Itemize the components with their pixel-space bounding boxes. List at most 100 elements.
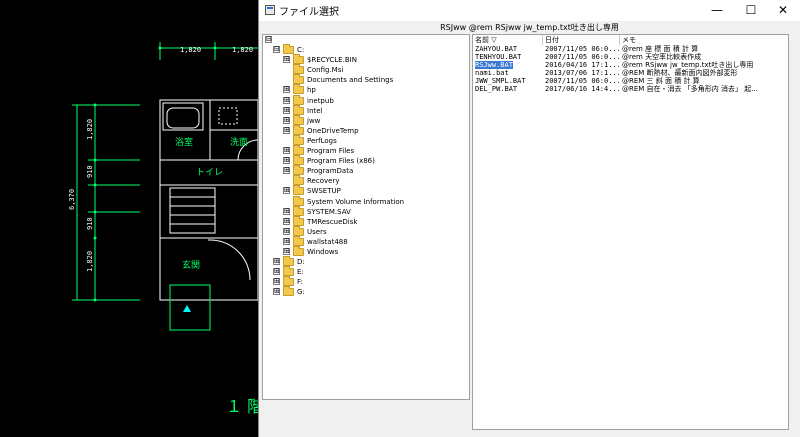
selected-file-caption: RSJww @rem RSjww jw_temp.txt吐き出し専用 <box>440 23 619 32</box>
tree-item-label: G: <box>297 288 305 297</box>
tree-item-label: SWSETUP <box>307 187 341 196</box>
dim-top-2: 1,820 <box>232 46 253 54</box>
tree-expand-toggle[interactable]: ⊞ <box>283 167 290 175</box>
folder-icon <box>293 74 304 85</box>
tree-item-label: $RECYCLE.BIN <box>307 56 357 65</box>
tree-item-label: inetpub <box>307 96 334 105</box>
tree-expand-toggle[interactable]: ⊞ <box>283 227 290 235</box>
tree-expand-toggle[interactable]: ⊞ <box>273 268 280 276</box>
close-button[interactable]: ✕ <box>766 0 800 21</box>
dim-top-1: 1,820 <box>180 46 201 54</box>
folder-icon <box>293 185 304 196</box>
file-memo: @rem 座 標 面 積 計 算 <box>622 45 699 53</box>
tree-item-label: E: <box>297 268 304 277</box>
tree-expand-toggle[interactable]: ⊞ <box>273 288 280 296</box>
tree-item-label: PerfLogs <box>307 136 337 145</box>
file-row[interactable]: nami.bat 2013/07/06 17:1... @REM 断熱材、最新面内図… <box>473 69 788 77</box>
folder-icon <box>293 235 304 246</box>
tree-expand-toggle[interactable]: ⊞ <box>283 237 290 245</box>
folder-icon <box>293 225 304 236</box>
file-memo: @rem RSjww jw_temp.txt吐き出し専用 <box>622 61 754 69</box>
column-header-date[interactable]: 日付 <box>543 35 620 45</box>
title-bar[interactable]: ファイル選択 — ☐ ✕ <box>259 0 800 21</box>
file-memo: @REM 自在・消去 「多角形内 消去」 起... <box>622 85 758 93</box>
file-name: ZAHYOU.BAT <box>475 45 518 53</box>
dim-left-2: 910 <box>86 165 94 178</box>
tree-expand-toggle[interactable]: ⊟ <box>273 46 280 53</box>
file-row[interactable]: JWW_SMPL.BAT 2007/11/05 06:0... @REM 三 斜 面… <box>473 77 788 85</box>
window-title: ファイル選択 <box>279 7 339 18</box>
file-date: 2007/11/05 06:0... <box>545 45 619 53</box>
file-memo: @rem 天空率比較表作成 <box>622 53 702 61</box>
tree-item-label: Intel <box>307 106 323 115</box>
tree-expand-toggle[interactable]: ⊞ <box>283 187 290 195</box>
tree-item-label: Windows <box>307 248 339 256</box>
tree-item-label: Recovery <box>307 177 340 186</box>
file-row[interactable]: RSJww.BAT 2016/04/16 17:1... @rem RSjww jw… <box>473 61 788 69</box>
tree-expand-toggle[interactable]: ⊞ <box>283 86 290 94</box>
folder-icon <box>293 215 304 226</box>
file-row[interactable]: ZAHYOU.BAT 2007/11/05 06:0... @rem 座 標 面 積… <box>473 45 788 53</box>
file-row[interactable]: DEL_PW.BAT 2017/06/16 14:4... @REM 自在・消去 「… <box>473 85 788 93</box>
tree-item-label: ProgramData <box>307 167 354 176</box>
file-list-scrollbar[interactable] <box>789 34 799 430</box>
tree-item-label: hp <box>307 86 316 95</box>
file-name: DEL_PW.BAT <box>475 85 518 93</box>
tree-item-label: wallstat488 <box>307 237 348 246</box>
tree-expand-toggle[interactable]: ⊞ <box>283 217 290 225</box>
folder-icon <box>293 195 304 206</box>
tree-expand-toggle[interactable]: ⊞ <box>283 106 290 114</box>
room-toilet: トイレ <box>196 168 223 178</box>
tree-expand-toggle[interactable]: ⊞ <box>283 248 290 255</box>
folder-icon <box>293 145 304 155</box>
tree-root-toggle[interactable]: ⊟ <box>265 36 272 43</box>
maximize-button[interactable]: ☐ <box>734 0 768 21</box>
tree-expand-toggle[interactable]: ⊞ <box>283 116 290 124</box>
folder-icon <box>283 256 294 267</box>
column-header-memo[interactable]: メモ <box>620 35 788 45</box>
minimize-button[interactable]: — <box>700 0 734 21</box>
file-date: 2017/06/16 14:4... <box>545 85 619 93</box>
tree-item-label: Documents and Settings <box>307 76 394 85</box>
file-date: 2007/11/05 06:0... <box>545 77 619 85</box>
tree-expand-toggle[interactable]: ⊞ <box>283 96 290 104</box>
tree-item-label: SYSTEM.SAV <box>307 207 351 216</box>
folder-icon <box>293 64 304 75</box>
tree-item-label: TMRescueDisk <box>307 217 358 226</box>
folder-tree[interactable]: ⊟ ⊟ C: ⊞ $RECYCLE.BIN Config.Msi Documents an… <box>262 34 470 400</box>
file-date: 2013/07/06 17:1... <box>545 69 619 77</box>
dim-left-3: 910 <box>86 217 94 230</box>
tree-item-label: F: <box>297 278 303 287</box>
tree-expand-toggle[interactable]: ⊞ <box>283 147 290 154</box>
file-memo: @REM 三 斜 面 積 計 算 <box>622 77 700 85</box>
folder-icon <box>293 94 304 105</box>
room-bath: 浴室 <box>175 136 193 148</box>
folder-icon <box>293 114 304 125</box>
app-icon[interactable] <box>265 5 275 15</box>
folder-icon <box>293 165 304 176</box>
folder-icon <box>283 286 294 297</box>
file-memo: @REM 断熱材、最新面内図外部変形 <box>622 69 738 77</box>
file-date: 2016/04/16 17:1... <box>545 61 619 69</box>
tree-expand-toggle[interactable]: ⊞ <box>283 56 290 64</box>
tree-expand-toggle[interactable]: ⊞ <box>283 126 290 134</box>
folder-icon <box>293 104 304 115</box>
folder-icon <box>283 266 294 277</box>
file-name: nami.bat <box>475 69 509 77</box>
tree-expand-toggle[interactable]: ⊞ <box>283 157 290 165</box>
tree-item-label: Users <box>307 227 327 236</box>
file-list[interactable]: 名前 ▽ 日付 メモ ZAHYOU.BAT 2007/11/05 06:0... @… <box>472 34 789 430</box>
file-select-dialog: ファイル選択 — ☐ ✕ RSJww @rem RSjww jw_temp.tx… <box>258 0 800 437</box>
tree-expand-toggle[interactable]: ⊞ <box>273 258 280 266</box>
folder-icon <box>283 276 294 287</box>
column-header-name[interactable]: 名前 ▽ <box>473 35 543 45</box>
room-entrance: 玄関 <box>182 259 200 271</box>
folder-icon <box>293 246 304 256</box>
tree-expand-toggle[interactable]: ⊞ <box>273 278 280 286</box>
folder-icon <box>293 205 304 216</box>
dim-left-1: 1,820 <box>86 119 94 140</box>
file-row[interactable]: TENHYOU.BAT 2007/11/05 06:0... @rem 天空率比較表… <box>473 53 788 61</box>
tree-expand-toggle[interactable]: ⊞ <box>283 207 290 215</box>
folder-icon <box>293 175 304 186</box>
file-date: 2007/11/05 06:0... <box>545 53 619 61</box>
